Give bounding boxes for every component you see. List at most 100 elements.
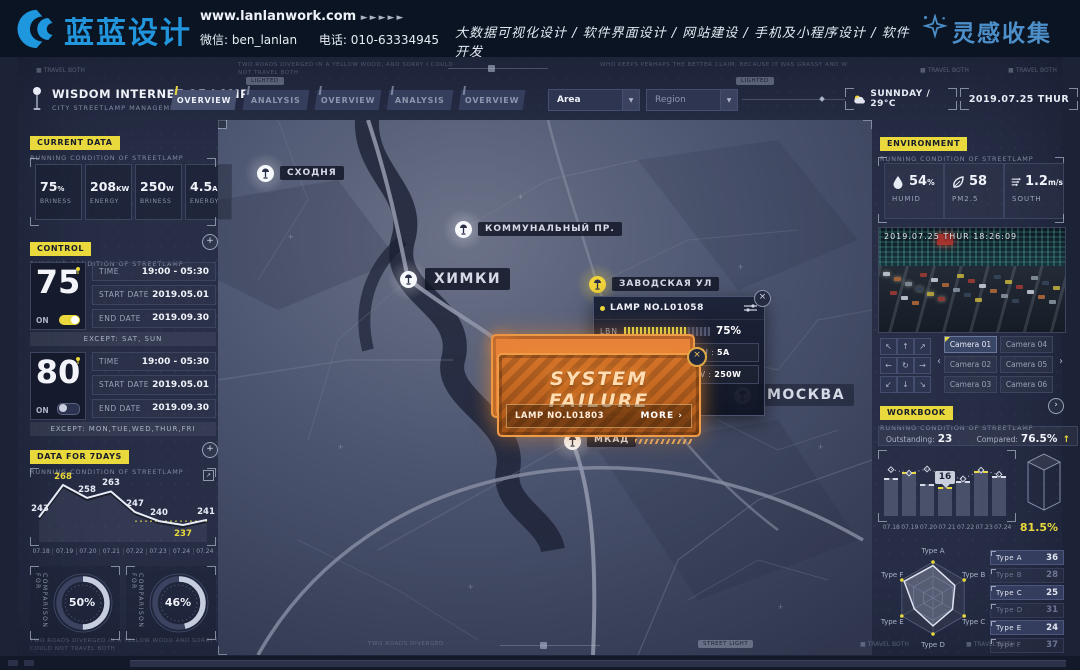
outstanding-value: 23	[938, 433, 953, 445]
map-pin-normal[interactable]	[455, 221, 472, 238]
camera-button-6[interactable]: Camera 06	[1000, 376, 1053, 393]
control-panel: CONTROL + RUNNING CONDITION OF STREETLAM…	[30, 236, 216, 438]
chevron-down-icon[interactable]: ▼	[720, 90, 737, 110]
schedule-row-end-date[interactable]: END DATE2019.09.30	[92, 399, 216, 418]
website-link[interactable]: www.lanlanwork.com	[200, 9, 356, 24]
pan-down-left-button[interactable]: ↙	[880, 376, 897, 393]
svg-text:+: +	[778, 602, 783, 612]
map-pin-major[interactable]	[400, 271, 417, 288]
camera-button-1[interactable]: Camera 01	[944, 336, 997, 353]
type-row-a[interactable]: Type A36	[990, 550, 1064, 565]
schedule-block-0: 75ONTIME19:00 - 05:30START DATE2019.05.0…	[30, 262, 216, 328]
pan-up-right-button[interactable]: ↗	[914, 338, 931, 355]
row-label: START DATE	[99, 380, 149, 389]
expand-icon[interactable]: ↗	[203, 470, 214, 481]
env-value: 58	[969, 174, 987, 189]
panel-tag: WORKBOOK	[880, 406, 953, 420]
add-schedule-button[interactable]: +	[202, 234, 218, 250]
wechat-contact: 微信: ben_lanlan	[200, 33, 297, 47]
region-select[interactable]: Region ▼	[646, 89, 738, 111]
power-toggle[interactable]	[59, 315, 80, 325]
lamp-icon	[74, 356, 82, 364]
radar-axis-label: Type B	[962, 571, 985, 579]
map-label[interactable]: СХОДНЯ	[280, 166, 344, 180]
radar-axis-label: Type C	[962, 618, 985, 626]
camera-button-2[interactable]: Camera 02	[944, 356, 997, 373]
env-value: 1.2m/s	[1025, 174, 1063, 189]
camera-refresh-button[interactable]: ↻	[897, 357, 914, 374]
type-row-e[interactable]: Type E24	[990, 620, 1064, 635]
pan-up-button[interactable]: ↑	[897, 338, 914, 355]
car-decoration	[901, 296, 908, 300]
map-pin-normal[interactable]	[257, 165, 274, 182]
schedule-row-start-date[interactable]: START DATE2019.05.01	[92, 285, 216, 304]
bottom-decor-text: TWO ROADS DIVERGED	[368, 641, 444, 647]
stat-card-briness: 75%BRINESS	[35, 164, 82, 220]
tab-label: OVERVIEW	[465, 96, 519, 105]
weather-widget: SUNNDAY / 29°C	[845, 88, 957, 110]
camera-button-5[interactable]: Camera 05	[1000, 356, 1053, 373]
chevron-down-icon[interactable]: ▼	[622, 90, 639, 110]
data-point-label: 243	[31, 504, 49, 514]
radar-axis-label: Type F	[881, 571, 903, 579]
stat-label: ENERGY	[90, 198, 131, 205]
pan-right-button[interactable]: →	[914, 357, 931, 374]
camera-button-3[interactable]: Camera 03	[944, 376, 997, 393]
more-button[interactable]: MORE ›	[640, 411, 683, 421]
map-label[interactable]: МОСКВА	[758, 384, 854, 406]
car-decoration	[979, 284, 986, 288]
chevron-left-icon[interactable]: ‹	[935, 354, 943, 370]
schedule-row-time[interactable]: TIME19:00 - 05:30	[92, 352, 216, 371]
pan-up-left-button[interactable]: ↖	[880, 338, 897, 355]
chevron-right-icon[interactable]: ›	[1057, 354, 1065, 370]
collect-link[interactable]: 灵感收集	[952, 14, 1052, 48]
tab-analysis-3[interactable]: ANALYSIS	[387, 90, 454, 110]
type-row-b[interactable]: Type B28	[990, 568, 1064, 583]
car-decoration	[1049, 300, 1056, 304]
x-tick-label: 07.23	[146, 548, 169, 555]
type-value: 28	[1046, 570, 1058, 580]
city-map[interactable]: +++ +++ ++ СХОДНЯКОММУНАЛЬНЫЙ ПР.ХИМКИЗА…	[218, 120, 872, 655]
tab-analysis-1[interactable]: ANALYSIS	[243, 90, 310, 110]
pan-left-button[interactable]: ←	[880, 357, 897, 374]
schedule-block-1: 80ONTIME19:00 - 05:30START DATE2019.05.0…	[30, 352, 216, 418]
top-decor-slider	[448, 68, 548, 69]
close-icon[interactable]: ×	[687, 347, 707, 367]
environment-panel: ENVIRONMENT RUNNING CONDITION OF STREETL…	[878, 131, 1064, 225]
env-label: HUMID	[892, 195, 943, 203]
type-row-c[interactable]: Type C25	[990, 585, 1064, 600]
schedule-row-time[interactable]: TIME19:00 - 05:30	[92, 262, 216, 281]
type-value: 31	[1046, 605, 1058, 615]
car-decoration	[890, 291, 897, 295]
map-pin-warning[interactable]	[589, 276, 606, 293]
data-point-label: 268	[54, 472, 72, 482]
tab-overview-4[interactable]: OVERVIEW	[459, 90, 526, 110]
close-icon[interactable]: ×	[754, 290, 771, 307]
except-bar: EXCEPT: MON,TUE,WED,THUR,FRI	[30, 422, 216, 436]
power-toggle[interactable]	[57, 403, 80, 415]
map-label[interactable]: КОММУНАЛЬНЫЙ ПР.	[478, 222, 622, 236]
next-button[interactable]: ›	[1048, 398, 1064, 414]
add-button[interactable]: +	[202, 442, 218, 458]
type-row-d[interactable]: Type D31	[990, 603, 1064, 618]
map-label[interactable]: ХИМКИ	[425, 268, 510, 290]
leaf-icon	[951, 175, 965, 189]
tab-label: ANALYSIS	[395, 96, 445, 105]
pan-down-button[interactable]: ↓	[897, 376, 914, 393]
car-decoration	[975, 298, 982, 302]
car-decoration	[905, 282, 912, 286]
lanlan-logo-icon	[16, 7, 60, 51]
area-select[interactable]: Area ▼	[548, 89, 640, 111]
tab-overview-2[interactable]: OVERVIEW	[315, 90, 382, 110]
pan-down-right-button[interactable]: ↘	[914, 376, 931, 393]
schedule-row-start-date[interactable]: START DATE2019.05.01	[92, 375, 216, 394]
arrow-up-icon: ↑	[1062, 435, 1070, 445]
video-timestamp: 2019.07.25 THUR 18:26:09	[884, 232, 1017, 241]
stat-label: ENERGY	[190, 198, 231, 205]
schedule-row-end-date[interactable]: END DATE2019.09.30	[92, 309, 216, 328]
outstanding-label: Outstanding:	[886, 435, 935, 444]
map-label[interactable]: ЗАВОДСКАЯ УЛ	[612, 277, 719, 291]
tab-overview-0[interactable]: OVERVIEW	[171, 90, 238, 110]
camera-button-4[interactable]: Camera 04	[1000, 336, 1053, 353]
bottom-decor-slider	[500, 645, 600, 646]
